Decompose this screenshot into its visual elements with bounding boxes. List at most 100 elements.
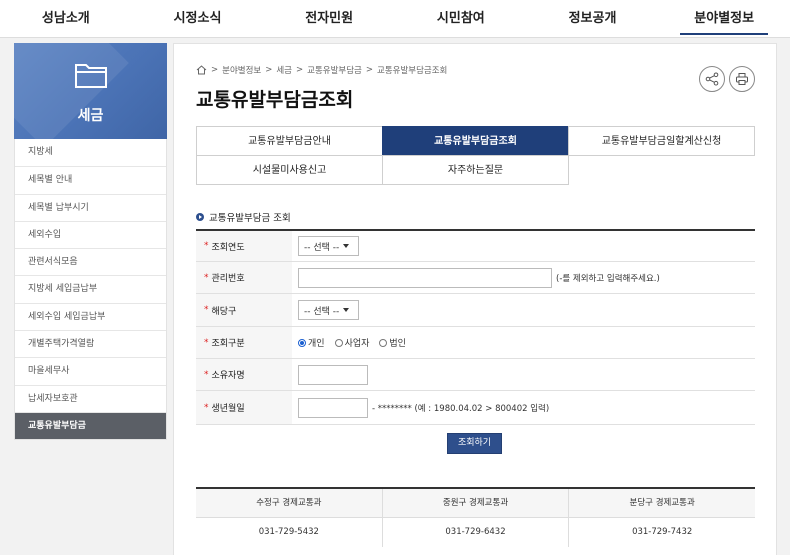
form-row-birth: * 생년월일 - ******** (예 : 1980.04.02 > 80040… [196,391,755,425]
breadcrumb-separator: > [211,65,219,75]
folder-icon [75,64,107,88]
contact-header-jungwon: 중원구 경제교통과 [382,489,570,518]
sidebar-title: 세금 [77,108,104,124]
owner-name-input[interactable] [298,364,368,385]
sidebar-item-local-tax-payment[interactable]: 지방세 세입금납부 [15,275,166,302]
contact-header-sujeong: 수정구 경제교통과 [196,489,383,518]
owner-label: * 소유자명 [196,359,292,390]
required-mark: * [204,402,209,413]
district-select-value: -- 선택 -- [304,306,340,317]
sidebar-item-taxpayer-advocate[interactable]: 납세자보호관 [15,384,166,412]
form-row-owner: * 소유자명 [196,359,755,391]
nav-item-civil-service[interactable]: 전자민원 [263,0,395,37]
bullet-arrow-icon [196,213,204,221]
print-icon [736,73,748,85]
owner-label-text: 소유자명 [211,371,245,381]
breadcrumb-item[interactable]: 세금 [276,64,292,76]
sidebar-menu: 지방세 세목별 안내 세목별 납부시기 세외수입 관련서식모음 지방세 세입금납… [14,139,167,441]
radio-individual-label: 개인 [308,339,325,349]
tab-traffic-charge-inquiry[interactable]: 교통유발부담금조회 [382,126,569,156]
nav-item-news[interactable]: 시정소식 [132,0,264,37]
form-row-type: * 조회구분 개인 사업자 법인 [196,327,755,359]
sidebar-item-village-tax-accountant[interactable]: 마을세무사 [15,357,166,384]
contact-header-bundang: 분당구 경제교통과 [569,489,756,518]
breadcrumb-item[interactable]: 분야별정보 [222,64,261,76]
sidebar-item-traffic-charge[interactable]: 교통유발부담금 [15,411,166,440]
section-title: 교통유발부담금 조회 [196,210,291,224]
print-button[interactable] [729,66,755,92]
contact-header-row: 수정구 경제교통과 중원구 경제교통과 분당구 경제교통과 [196,489,756,518]
radio-ring [334,338,343,347]
inquiry-form: * 조회연도 -- 선택 -- * 관리번호 (-를 제외하고 입력해주세요.) *… [196,229,755,425]
section-title-text: 교통유발부담금 조회 [209,213,291,224]
breadcrumb-item: 교통유발부담금조회 [377,66,448,76]
top-navigation: 성남소개 시정소식 전자민원 시민참여 정보공개 분야별정보 [0,0,790,38]
sidebar-banner: 세금 [14,43,167,139]
nav-item-intro[interactable]: 성남소개 [0,0,132,37]
contact-phone-row: 031-729-5432 031-729-6432 031-729-7432 [196,518,755,547]
tab-daily-calculation-request[interactable]: 교통유발부담금일할계산신청 [568,126,755,156]
sidebar-item-non-tax-payment[interactable]: 세외수입 세입금납부 [15,302,166,330]
contact-phone-sujeong: 031-729-5432 [196,518,383,547]
radio-individual[interactable]: 개인 [298,336,325,349]
share-button[interactable] [699,66,725,92]
contact-phone-bundang: 031-729-7432 [632,527,693,537]
district-label-text: 해당구 [211,306,237,317]
mgmt-cell: (-를 제외하고 입력해주세요.) [292,262,755,293]
sidebar-item-non-tax-revenue[interactable]: 세외수입 [15,220,166,248]
breadcrumb-separator: > [365,65,373,75]
nav-item-field-info[interactable]: 분야별정보 [658,0,790,37]
type-label: * 조회구분 [196,327,292,358]
sidebar-item-local-tax[interactable]: 지방세 [15,139,166,166]
type-cell: 개인 사업자 법인 [292,327,755,358]
year-label-text: 조회연도 [211,242,245,253]
year-cell: -- 선택 -- [292,231,755,261]
mgmt-label-text: 관리번호 [211,274,245,284]
mgmt-hint: (-를 제외하고 입력해주세요.) [556,273,660,284]
sidebar-item-forms[interactable]: 관련서식모음 [15,248,166,275]
birth-label-text: 생년월일 [211,404,245,414]
breadcrumb-separator: > [265,65,273,75]
form-row-district: * 해당구 -- 선택 -- [196,294,755,327]
radio-business[interactable]: 사업자 [334,336,370,349]
district-cell: -- 선택 -- [292,294,755,326]
sidebar-item-house-price[interactable]: 개별주택가격열람 [15,330,166,357]
mgmt-label: * 관리번호 [196,262,292,293]
tab-traffic-charge-guide[interactable]: 교통유발부담금안내 [196,126,383,156]
breadcrumb-item[interactable]: 교통유발부담금 [307,64,362,76]
sidebar-item-payment-schedule[interactable]: 세목별 납부시기 [15,193,166,221]
submit-button[interactable]: 조회하기 [447,433,502,454]
tab-facility-disuse-report[interactable]: 시설물미사용신고 [196,155,383,185]
breadcrumb: > 분야별정보 > 세금 > 교통유발부담금 > 교통유발부담금조회 [196,64,447,76]
form-row-year: * 조회연도 -- 선택 -- [196,231,755,262]
radio-ring [379,338,388,347]
required-mark: * [204,305,209,315]
chevron-down-icon [343,308,350,312]
district-select[interactable]: -- 선택 -- [298,300,359,320]
year-select-value: -- 선택 -- [304,242,340,253]
required-mark: * [204,241,209,251]
birth-hint: - ******** (예 : 1980.04.02 > 800402 입력) [372,403,550,414]
year-select[interactable]: -- 선택 -- [298,236,359,256]
contact-table: 수정구 경제교통과 중원구 경제교통과 분당구 경제교통과 031-729-54… [196,487,756,547]
radio-ring [298,338,306,347]
birth-cell: - ******** (예 : 1980.04.02 > 800402 입력) [292,391,755,424]
sidebar-item-tax-guide[interactable]: 세목별 안내 [15,166,166,193]
form-row-mgmt-number: * 관리번호 (-를 제외하고 입력해주세요.) [196,262,755,294]
tab-faq[interactable]: 자주하는질문 [382,155,569,185]
home-icon[interactable] [196,65,207,75]
required-mark: * [204,369,209,380]
required-mark: * [204,337,209,348]
type-label-text: 조회구분 [211,339,245,349]
owner-cell [292,359,755,390]
radio-business-label: 사업자 [344,339,370,349]
nav-item-info-disclosure[interactable]: 정보공개 [527,0,659,37]
mgmt-number-input[interactable] [298,267,552,288]
radio-corporation-label: 법인 [389,339,406,349]
birth-date-input[interactable] [298,397,368,418]
year-label: * 조회연도 [196,231,292,261]
radio-corporation[interactable]: 법인 [379,336,406,349]
district-label: * 해당구 [196,294,292,326]
required-mark: * [204,272,209,283]
nav-item-participation[interactable]: 시민참여 [395,0,527,37]
